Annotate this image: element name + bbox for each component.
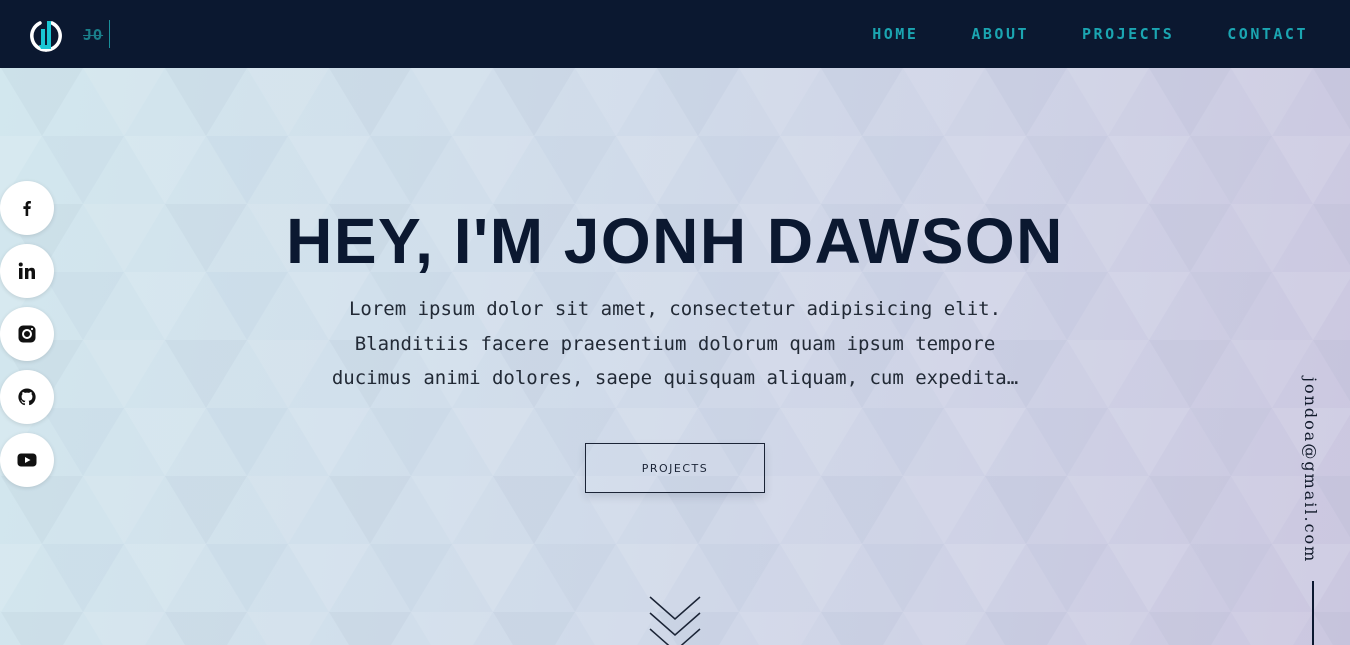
projects-button[interactable]: PROJECTS: [585, 443, 765, 493]
github-button[interactable]: [0, 370, 54, 424]
email-link[interactable]: jondoa@gmail.com: [1301, 377, 1320, 563]
hero-title: HEY, I'M JONH DAWSON: [286, 205, 1064, 277]
nav-projects[interactable]: PROJECTS: [1082, 25, 1174, 43]
github-icon: [18, 388, 36, 406]
hero-section: HEY, I'M JONH DAWSON Lorem ipsum dolor s…: [0, 68, 1350, 645]
chevrons-down-icon[interactable]: [648, 593, 702, 645]
instagram-button[interactable]: [0, 307, 54, 361]
nav-contact[interactable]: CONTACT: [1227, 25, 1308, 43]
youtube-icon: [17, 453, 37, 467]
instagram-icon: [18, 325, 36, 343]
nav-about[interactable]: ABOUT: [971, 25, 1029, 43]
navbar: JO HOME ABOUT PROJECTS CONTACT: [0, 0, 1350, 68]
logo-text[interactable]: JO: [83, 22, 103, 48]
main-nav: HOME ABOUT PROJECTS CONTACT: [872, 0, 1308, 68]
hero-description: Lorem ipsum dolor sit amet, consectetur …: [331, 298, 1019, 389]
email-divider-line: [1312, 581, 1314, 645]
typing-cursor: [109, 20, 110, 48]
logo-icon[interactable]: [30, 17, 62, 53]
nav-home[interactable]: HOME: [872, 25, 918, 43]
youtube-button[interactable]: [0, 433, 54, 487]
